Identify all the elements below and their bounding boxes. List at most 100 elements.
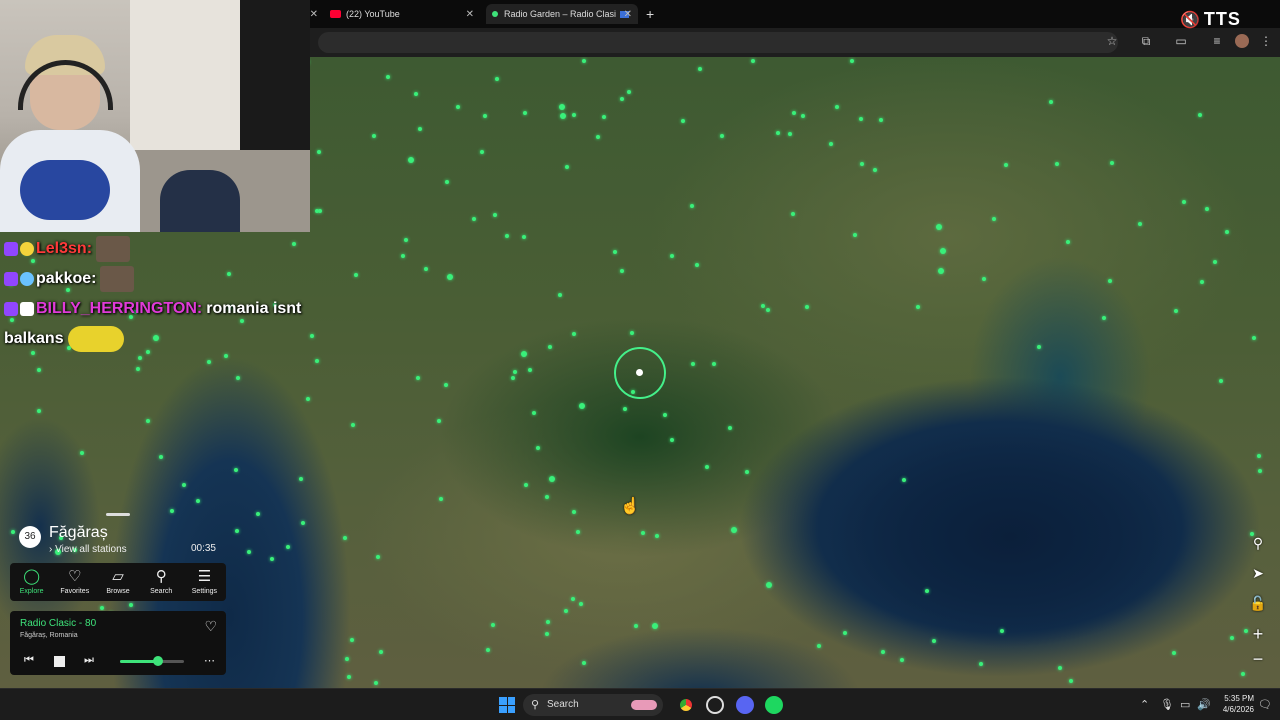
nav-settings[interactable]: ☰ Settings [183, 563, 226, 601]
station-dot[interactable] [285, 544, 290, 549]
station-dot[interactable] [170, 509, 175, 514]
station-dot[interactable] [182, 482, 187, 487]
station-dot[interactable] [563, 608, 568, 613]
place-header[interactable]: 36 Făgăraș › View all stations 00:35 [10, 520, 226, 562]
station-dot[interactable] [1181, 200, 1186, 204]
station-dot[interactable] [416, 375, 421, 380]
station-name[interactable]: Radio Clasic - 80 [20, 618, 96, 629]
station-dot[interactable] [407, 156, 414, 163]
station-dot[interactable] [559, 104, 566, 111]
station-dot[interactable] [547, 344, 552, 349]
station-dot[interactable] [571, 596, 576, 601]
station-dot[interactable] [853, 232, 858, 237]
station-dot[interactable] [691, 361, 696, 366]
station-dot[interactable] [438, 496, 443, 501]
station-dot[interactable] [1066, 239, 1071, 244]
station-dot[interactable] [423, 266, 428, 271]
station-dot[interactable] [1138, 222, 1143, 227]
volume-knob[interactable] [153, 656, 164, 666]
view-all-stations-link[interactable]: › View all stations [49, 544, 127, 555]
station-dot[interactable] [595, 135, 600, 140]
tab-radio-garden[interactable]: Radio Garden – Radio Clasi ✕ [486, 4, 638, 24]
station-dot[interactable] [711, 361, 716, 366]
station-dot[interactable] [354, 272, 359, 277]
station-dot[interactable] [444, 382, 449, 387]
station-dot[interactable] [317, 150, 322, 155]
station-dot[interactable] [1199, 279, 1204, 284]
lock-icon[interactable]: 🔓 [1249, 594, 1267, 612]
station-dot[interactable] [1171, 650, 1176, 655]
station-dot[interactable] [246, 549, 251, 554]
station-dot[interactable] [136, 367, 141, 372]
station-dot[interactable] [859, 162, 864, 167]
media-control-icon[interactable]: ≡ [1210, 34, 1224, 48]
station-dot[interactable] [620, 269, 625, 274]
station-dot[interactable] [627, 89, 632, 94]
station-dot[interactable] [520, 350, 527, 357]
station-dot[interactable] [652, 622, 659, 629]
station-dot[interactable] [527, 368, 532, 373]
station-dot[interactable] [138, 355, 143, 360]
taskbar-search[interactable]: ⚲ Search [523, 694, 663, 716]
station-dot[interactable] [482, 113, 487, 118]
station-dot[interactable] [436, 419, 441, 424]
station-dot[interactable] [305, 396, 310, 401]
station-dot[interactable] [1037, 344, 1042, 349]
station-dot[interactable] [1054, 162, 1059, 167]
extensions-icon[interactable]: ⧉ [1139, 34, 1153, 48]
station-dot[interactable] [720, 134, 725, 139]
station-dot[interactable] [727, 425, 732, 430]
station-dot[interactable] [579, 602, 584, 607]
station-dot[interactable] [347, 674, 352, 679]
station-dot[interactable] [269, 556, 274, 561]
station-dot[interactable] [670, 253, 675, 258]
station-dot[interactable] [207, 359, 212, 364]
station-dot[interactable] [480, 149, 485, 154]
station-dot[interactable] [579, 402, 586, 409]
station-dot[interactable] [375, 555, 380, 560]
station-dot[interactable] [1225, 229, 1230, 234]
station-dot[interactable] [349, 638, 354, 643]
station-dot[interactable] [446, 273, 453, 280]
station-dot[interactable] [1101, 315, 1106, 320]
station-dot[interactable] [444, 179, 449, 184]
windows-start-icon[interactable] [499, 697, 515, 713]
station-dot[interactable] [900, 658, 905, 663]
station-dot[interactable] [602, 114, 607, 119]
station-dot[interactable] [379, 650, 384, 655]
station-dot[interactable] [546, 620, 551, 625]
locate-me-icon[interactable]: ➤ [1249, 564, 1267, 582]
station-dot[interactable] [401, 253, 406, 258]
station-dot[interactable] [345, 657, 350, 662]
station-dot[interactable] [760, 304, 765, 309]
station-dot[interactable] [224, 354, 229, 359]
station-dot[interactable] [523, 482, 528, 487]
station-dot[interactable] [925, 588, 930, 593]
station-dot[interactable] [300, 521, 305, 526]
station-dot[interactable] [1068, 678, 1073, 683]
station-dot[interactable] [37, 409, 42, 414]
station-dot[interactable] [872, 167, 877, 172]
location-pin-icon[interactable]: ⚲ [1249, 534, 1267, 552]
station-dot[interactable] [343, 536, 348, 541]
station-dot[interactable] [521, 234, 526, 239]
station-dot[interactable] [633, 623, 638, 628]
station-dot[interactable] [386, 75, 391, 80]
volume-icon[interactable]: 🔊 [1197, 698, 1211, 711]
station-dot[interactable] [523, 110, 528, 115]
station-dot[interactable] [531, 411, 536, 416]
station-dot[interactable] [492, 213, 497, 218]
station-dot[interactable] [792, 110, 797, 115]
station-dot[interactable] [662, 412, 667, 417]
close-icon[interactable]: ✕ [624, 9, 632, 20]
station-dot[interactable] [403, 238, 408, 243]
station-dot[interactable] [1174, 309, 1179, 314]
station-dot[interactable] [694, 263, 699, 268]
tab-youtube[interactable]: (22) YouTube ✕ [330, 4, 480, 24]
station-dot[interactable] [936, 223, 943, 230]
station-dot[interactable] [1229, 636, 1234, 641]
tray-chevron-icon[interactable]: ⌃ [1140, 698, 1149, 711]
discord-icon[interactable] [736, 696, 754, 714]
nav-explore[interactable]: ◯ Explore [10, 563, 53, 601]
bookmark-star-icon[interactable]: ☆ [1105, 34, 1119, 48]
